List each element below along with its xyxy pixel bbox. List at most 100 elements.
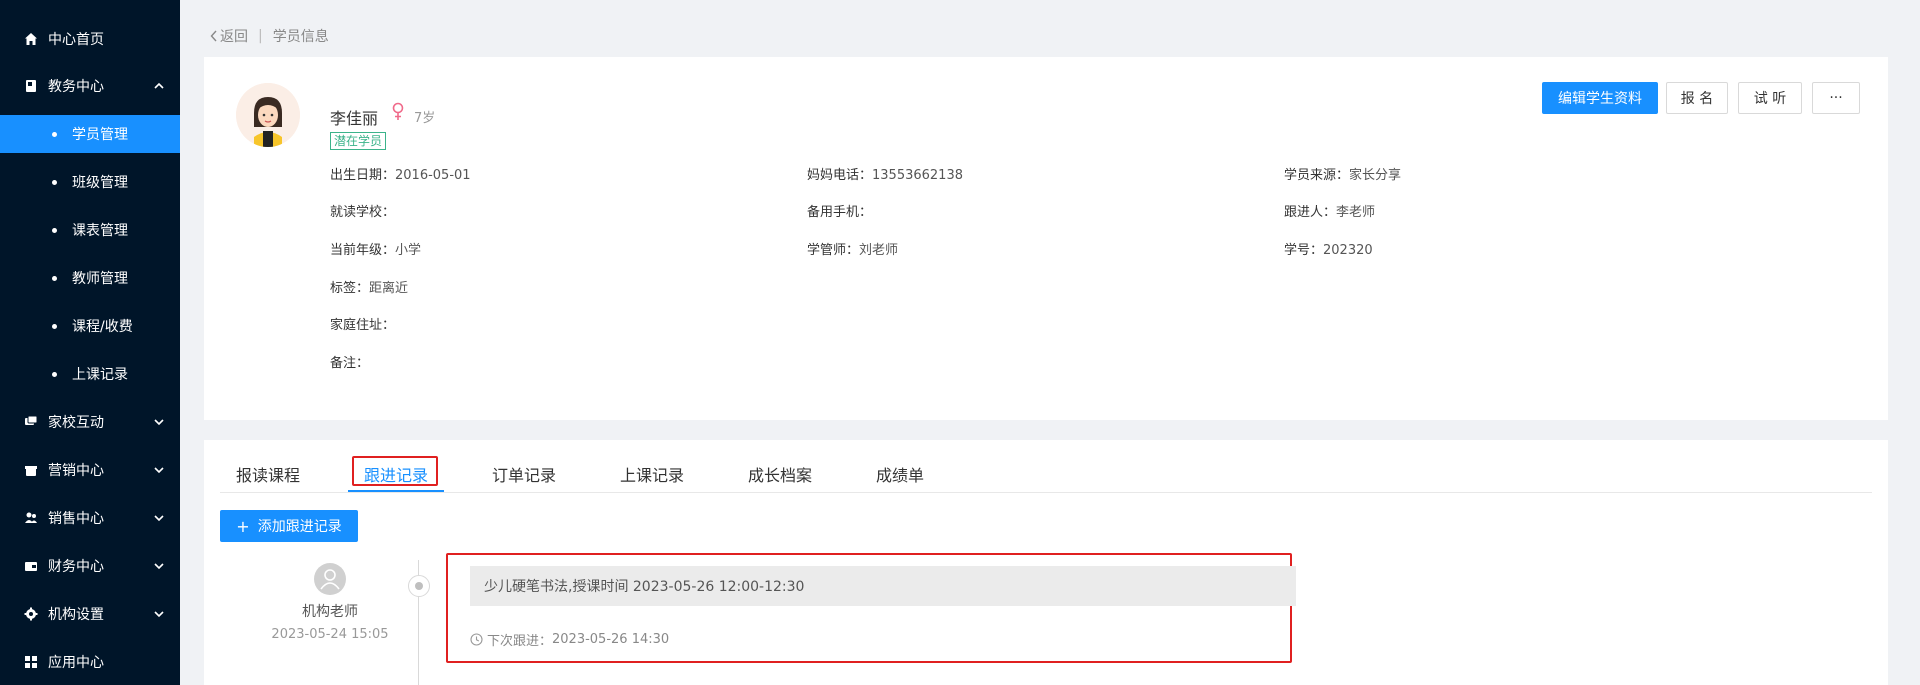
info-label: 学号： bbox=[1284, 243, 1324, 258]
users-icon bbox=[25, 512, 37, 523]
bullet-icon bbox=[52, 228, 57, 233]
tab-active-indicator bbox=[348, 490, 444, 492]
sidebar-item-home-school[interactable]: 家校互动 bbox=[0, 403, 180, 441]
tab-report-card[interactable]: 成绩单 bbox=[876, 462, 924, 486]
info-label: 学员来源： bbox=[1284, 168, 1350, 183]
gear-icon bbox=[24, 607, 38, 621]
sidebar-item-apps[interactable]: 应用中心 bbox=[0, 643, 180, 681]
bullet-icon bbox=[52, 132, 57, 137]
record-time: 2023-05-24 15:05 bbox=[271, 627, 389, 642]
info-value: 刘老师 bbox=[859, 243, 899, 258]
tab-order-records[interactable]: 订单记录 bbox=[492, 462, 556, 486]
info-source: 学员来源：家长分享 bbox=[1284, 164, 1401, 183]
chevron-left-icon bbox=[210, 30, 217, 42]
info-manager: 学管师：刘老师 bbox=[807, 239, 898, 258]
info-value: 李老师 bbox=[1336, 205, 1376, 220]
breadcrumb-separator: | bbox=[258, 28, 263, 44]
bullet-icon bbox=[52, 324, 57, 329]
chevron-down-icon bbox=[154, 611, 164, 618]
sidebar-item-finance[interactable]: 财务中心 bbox=[0, 547, 180, 585]
sidebar-item-students[interactable]: 学员管理 bbox=[0, 115, 180, 153]
sidebar-item-marketing[interactable]: 营销中心 bbox=[0, 451, 180, 489]
chevron-down-icon bbox=[154, 419, 164, 426]
sidebar-item-academic[interactable]: 教务中心 bbox=[0, 67, 180, 105]
sidebar-item-label: 营销中心 bbox=[48, 463, 104, 479]
info-value: 13553662138 bbox=[872, 168, 963, 183]
next-follow-label: 下次跟进： bbox=[487, 634, 553, 649]
student-avatar-icon bbox=[236, 83, 300, 147]
sidebar-item-schedule[interactable]: 课表管理 bbox=[0, 211, 180, 249]
sidebar-item-courses[interactable]: 课程/收费 bbox=[0, 307, 180, 345]
highlight-box bbox=[352, 456, 438, 486]
student-profile-card: 李佳丽 7岁 潜在学员 出生日期：2016-05-01 妈妈电话：1355366… bbox=[204, 57, 1888, 420]
info-label: 备注： bbox=[330, 356, 370, 371]
status-badge: 潜在学员 bbox=[330, 132, 387, 150]
sidebar-item-sales[interactable]: 销售中心 bbox=[0, 499, 180, 537]
clock-icon bbox=[470, 633, 483, 646]
trial-button[interactable]: 试 听 bbox=[1738, 82, 1802, 114]
bullet-icon bbox=[52, 276, 57, 281]
tab-divider bbox=[220, 492, 1872, 493]
sidebar-item-label: 中心首页 bbox=[48, 32, 104, 48]
info-label: 备用手机： bbox=[807, 205, 873, 220]
avatar bbox=[314, 563, 346, 595]
chevron-up-icon bbox=[154, 82, 164, 89]
book-icon bbox=[26, 80, 36, 92]
sidebar-item-classes[interactable]: 班级管理 bbox=[0, 163, 180, 201]
info-label: 家庭住址： bbox=[330, 318, 396, 333]
record-author: 机构老师 bbox=[302, 604, 358, 620]
plus-icon: + bbox=[236, 516, 250, 536]
tab-enrolled-courses[interactable]: 报读课程 bbox=[236, 462, 300, 486]
tab-growth-archive[interactable]: 成长档案 bbox=[748, 462, 812, 486]
back-label: 返回 bbox=[220, 29, 248, 45]
sidebar-item-label: 机构设置 bbox=[48, 607, 104, 623]
chevron-down-icon bbox=[154, 563, 164, 570]
more-button[interactable]: ··· bbox=[1812, 82, 1860, 114]
sidebar-item-label: 应用中心 bbox=[48, 655, 104, 671]
next-follow-time: 2023-05-26 14:30 bbox=[552, 632, 670, 647]
breadcrumb: 返回 | 学员信息 bbox=[210, 26, 329, 46]
info-label: 跟进人： bbox=[1284, 205, 1337, 220]
sidebar-item-teachers[interactable]: 教师管理 bbox=[0, 259, 180, 297]
info-backup-phone: 备用手机： bbox=[807, 201, 872, 220]
info-student-no: 学号：202320 bbox=[1284, 239, 1373, 258]
chevron-down-icon bbox=[154, 467, 164, 474]
info-value: 小学 bbox=[395, 243, 422, 258]
info-tags: 标签：距离近 bbox=[330, 277, 408, 296]
info-label: 当前年级： bbox=[330, 243, 396, 258]
grid-icon bbox=[25, 656, 37, 668]
info-follower: 跟进人：李老师 bbox=[1284, 201, 1375, 220]
sidebar-item-label: 教务中心 bbox=[48, 79, 104, 95]
info-mom-phone: 妈妈电话：13553662138 bbox=[807, 164, 963, 183]
bullet-icon bbox=[52, 180, 57, 185]
edit-student-button[interactable]: 编辑学生资料 bbox=[1542, 82, 1658, 114]
back-link[interactable]: 返回 bbox=[210, 26, 248, 46]
info-remark: 备注： bbox=[330, 352, 369, 371]
info-label: 出生日期： bbox=[330, 168, 396, 183]
sidebar-item-label: 财务中心 bbox=[48, 559, 104, 575]
add-follow-record-label: 添加跟进记录 bbox=[257, 519, 342, 535]
sidebar-item-label: 上课记录 bbox=[72, 367, 128, 383]
info-address: 家庭住址： bbox=[330, 314, 395, 333]
wallet-icon bbox=[25, 562, 37, 571]
sidebar-item-home[interactable]: 中心首页 bbox=[0, 20, 180, 58]
info-value: 2016-05-01 bbox=[395, 168, 471, 183]
tab-class-records[interactable]: 上课记录 bbox=[620, 462, 684, 486]
info-grade: 当前年级：小学 bbox=[330, 239, 421, 258]
sidebar-item-org-settings[interactable]: 机构设置 bbox=[0, 595, 180, 633]
sidebar-item-label: 教师管理 bbox=[72, 271, 128, 287]
gift-icon bbox=[25, 466, 37, 476]
avatar bbox=[236, 83, 300, 147]
student-age: 7岁 bbox=[414, 111, 436, 126]
next-follow: 下次跟进： 2023-05-26 14:30 bbox=[470, 630, 669, 649]
chat-icon bbox=[25, 415, 38, 425]
enroll-button[interactable]: 报 名 bbox=[1666, 82, 1728, 114]
add-follow-record-button[interactable]: + 添加跟进记录 bbox=[220, 510, 358, 542]
sidebar-item-label: 课表管理 bbox=[72, 223, 128, 239]
sidebar-item-label: 销售中心 bbox=[48, 511, 104, 527]
sidebar-item-class-records[interactable]: 上课记录 bbox=[0, 355, 180, 393]
info-label: 妈妈电话： bbox=[807, 168, 873, 183]
bullet-icon bbox=[52, 372, 57, 377]
info-label: 标签： bbox=[330, 281, 370, 296]
home-icon bbox=[25, 33, 37, 45]
